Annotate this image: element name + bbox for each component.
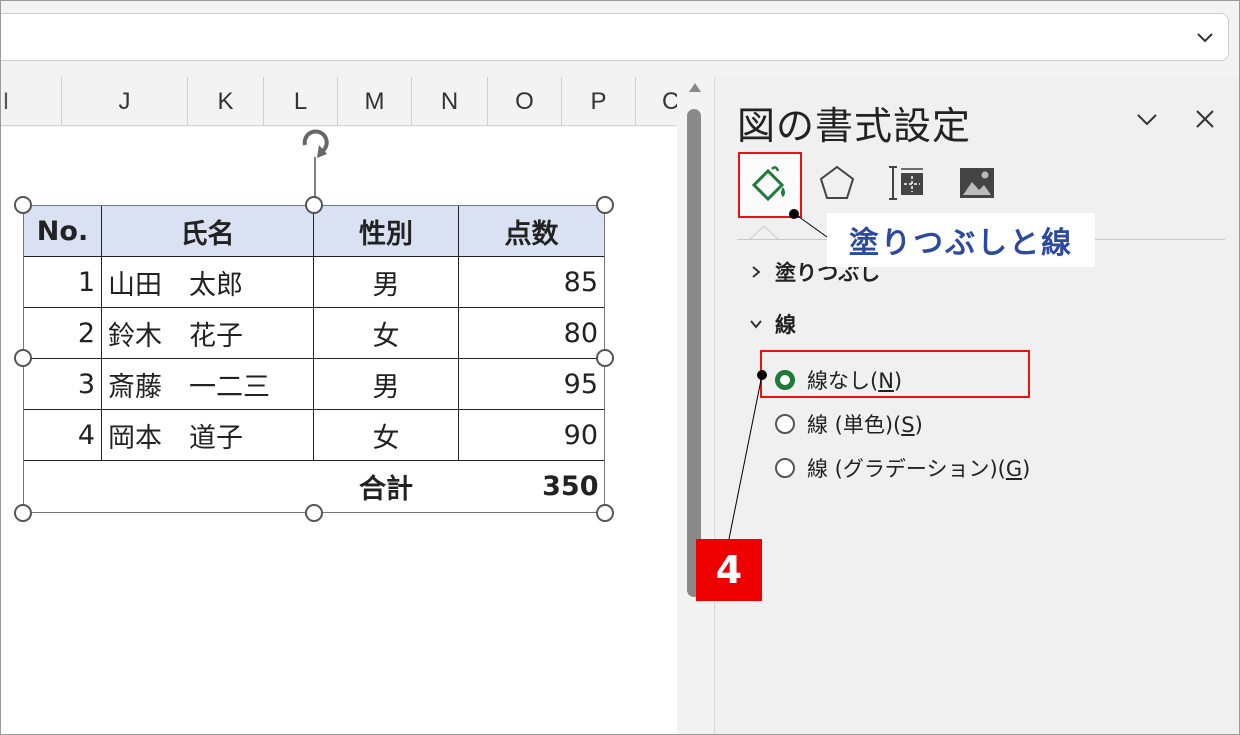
chevron-down-icon[interactable] bbox=[1133, 105, 1161, 133]
column-header-cut[interactable]: I bbox=[1, 77, 62, 126]
cell-score: 80 bbox=[458, 307, 605, 359]
table-row: 1 山田 太郎 男 85 bbox=[23, 256, 605, 308]
column-header-o[interactable]: O bbox=[488, 77, 562, 126]
resize-handle-top-right[interactable] bbox=[596, 196, 614, 214]
column-header: I J K L M N O P C bbox=[1, 77, 679, 126]
annotation-dot bbox=[789, 209, 799, 219]
annotation-leader-lines bbox=[728, 213, 828, 540]
resize-handle-bottom-left[interactable] bbox=[14, 504, 32, 522]
cell-gender: 女 bbox=[313, 409, 459, 461]
resize-handle-top[interactable] bbox=[305, 196, 323, 214]
vertical-scrollbar[interactable] bbox=[677, 77, 713, 734]
cell-score: 95 bbox=[458, 358, 605, 410]
table-row: 4 岡本 道子 女 90 bbox=[23, 409, 605, 461]
resize-handle-left[interactable] bbox=[14, 349, 32, 367]
column-header-m[interactable]: M bbox=[338, 77, 412, 126]
cell-gender: 男 bbox=[313, 256, 459, 308]
formula-bar[interactable] bbox=[1, 13, 1229, 61]
fill-line-icon[interactable] bbox=[748, 161, 792, 205]
close-icon[interactable] bbox=[1191, 105, 1219, 133]
column-header-l[interactable]: L bbox=[264, 77, 338, 126]
cell-score: 90 bbox=[458, 409, 605, 461]
cell-name: 岡本 道子 bbox=[101, 409, 314, 461]
total-label: 合計 bbox=[359, 473, 413, 505]
cell-gender: 男 bbox=[313, 358, 459, 410]
annotation-dot bbox=[757, 370, 767, 380]
resize-handle-bottom[interactable] bbox=[305, 504, 323, 522]
picture-icon[interactable] bbox=[955, 161, 999, 205]
step-number-badge: 4 bbox=[696, 539, 762, 601]
column-header-k[interactable]: K bbox=[188, 77, 264, 126]
scroll-up-arrow-icon[interactable] bbox=[689, 83, 701, 92]
pane-title: 図の書式設定 bbox=[737, 104, 972, 148]
size-layout-icon[interactable] bbox=[885, 161, 929, 205]
cell-name: 鈴木 花子 bbox=[101, 307, 314, 359]
scroll-thumb[interactable] bbox=[687, 109, 701, 597]
header-score: 点数 bbox=[458, 205, 605, 257]
cell-no: 4 bbox=[23, 409, 102, 461]
resize-handle-top-left[interactable] bbox=[14, 196, 32, 214]
excel-window: I J K L M N O P C No. 氏名 性別 点数 1 山田 太郎 男… bbox=[0, 0, 1240, 735]
chevron-down-icon[interactable] bbox=[1194, 26, 1216, 48]
header-gender: 性別 bbox=[313, 205, 459, 257]
column-header-p[interactable]: P bbox=[562, 77, 636, 126]
cell-no: 1 bbox=[23, 256, 102, 308]
table-row: 3 斎藤 一二三 男 95 bbox=[23, 358, 605, 410]
resize-handle-bottom-right[interactable] bbox=[596, 504, 614, 522]
cell-no: 2 bbox=[23, 307, 102, 359]
cell-name: 斎藤 一二三 bbox=[101, 358, 314, 410]
header-no: No. bbox=[23, 205, 102, 257]
column-header-j[interactable]: J bbox=[62, 77, 188, 126]
total-value: 350 bbox=[542, 470, 599, 502]
resize-handle-right[interactable] bbox=[596, 349, 614, 367]
table-row: 2 鈴木 花子 女 80 bbox=[23, 307, 605, 359]
fill-line-callout: 塗りつぶしと線 bbox=[827, 213, 1095, 267]
cell-no: 3 bbox=[23, 358, 102, 410]
column-header-q[interactable]: C bbox=[636, 77, 679, 126]
cell-score: 85 bbox=[458, 256, 605, 308]
cell-name: 山田 太郎 bbox=[101, 256, 314, 308]
effects-pentagon-icon[interactable] bbox=[815, 161, 859, 205]
column-header-n[interactable]: N bbox=[412, 77, 488, 126]
score-table: No. 氏名 性別 点数 1 山田 太郎 男 85 2 鈴木 花子 女 80 3… bbox=[23, 205, 605, 512]
pasted-table-picture[interactable]: No. 氏名 性別 点数 1 山田 太郎 男 85 2 鈴木 花子 女 80 3… bbox=[23, 205, 605, 512]
cell-gender: 女 bbox=[313, 307, 459, 359]
header-name: 氏名 bbox=[101, 205, 314, 257]
